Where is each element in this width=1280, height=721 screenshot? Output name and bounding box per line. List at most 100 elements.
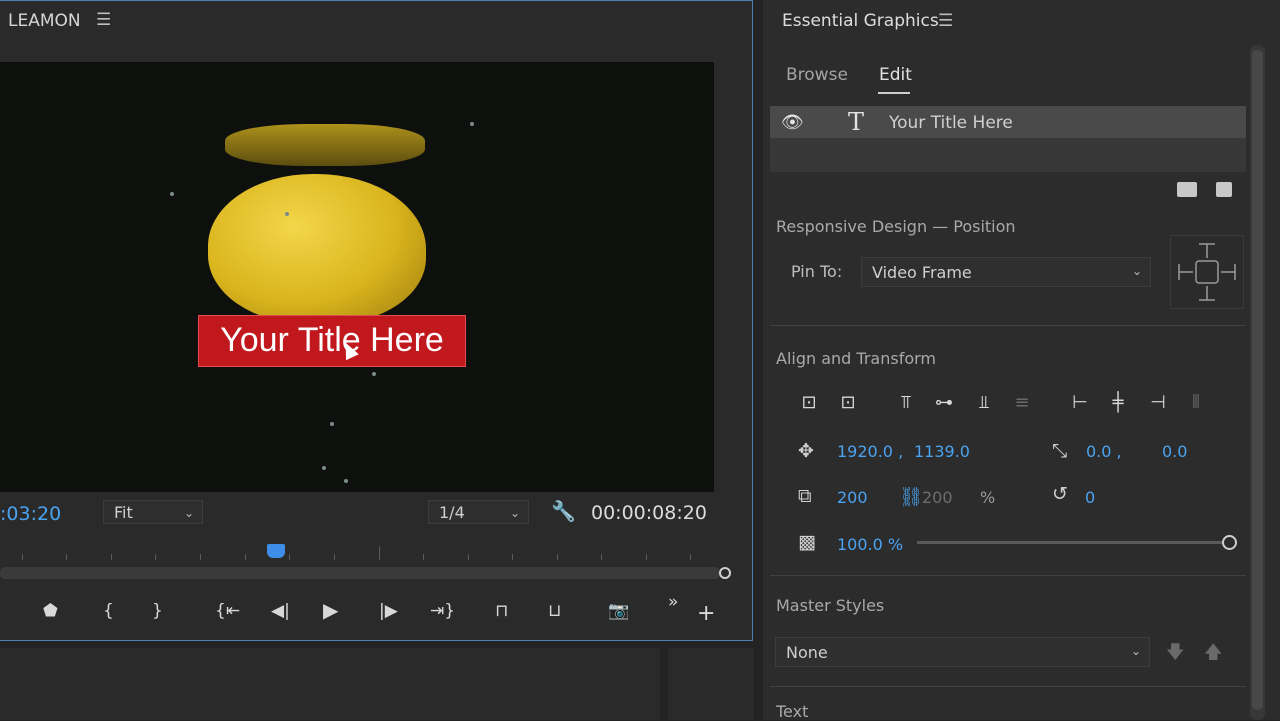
pin-to-label: Pin To: bbox=[791, 262, 843, 281]
essential-graphics-title[interactable]: Essential Graphics bbox=[782, 11, 939, 31]
duration-timecode: 00:00:08:20 bbox=[591, 502, 707, 524]
bubble bbox=[322, 466, 326, 470]
scale-value[interactable]: 200 bbox=[837, 488, 868, 507]
rotation-value[interactable]: 0 bbox=[1085, 488, 1095, 507]
pin-to-value: Video Frame bbox=[872, 263, 972, 282]
position-icon: ✥ bbox=[798, 440, 814, 462]
step-back-icon: ◀| bbox=[271, 601, 290, 621]
plus-icon: + bbox=[697, 601, 716, 626]
pin-edges-icon bbox=[1178, 243, 1236, 301]
go-to-out-icon: ⇥} bbox=[430, 601, 456, 621]
wrench-settings-icon[interactable]: 🔧 bbox=[551, 499, 576, 523]
program-monitor-title[interactable]: LEAMON bbox=[8, 11, 81, 31]
opacity-value[interactable]: 100.0 % bbox=[837, 535, 903, 554]
playhead-timecode[interactable]: :03:20 bbox=[0, 503, 61, 525]
align-vertical-center-icon[interactable]: ⊶ bbox=[930, 390, 958, 416]
audio-meter-strip bbox=[668, 648, 754, 720]
chevron-down-icon: ⌄ bbox=[1130, 644, 1141, 658]
layer-name[interactable]: Your Title Here bbox=[889, 113, 1013, 133]
add-marker-button[interactable]: ⬟ bbox=[43, 601, 58, 621]
pull-style-up-icon: 🡅 bbox=[1204, 642, 1223, 663]
anchor-y-value[interactable]: 0.0 bbox=[1162, 442, 1187, 461]
go-to-in-button[interactable]: {⇤ bbox=[215, 601, 240, 621]
position-x-value[interactable]: 1920.0 , bbox=[837, 442, 903, 461]
extract-icon: ⊔ bbox=[548, 601, 562, 621]
zoom-select-value: Fit bbox=[114, 503, 133, 522]
chevron-down-icon: ⌄ bbox=[509, 506, 520, 520]
align-to-selection-icon[interactable]: ⊡ bbox=[834, 390, 862, 416]
lift-icon: ⊓ bbox=[495, 601, 509, 621]
text-layer-icon: T bbox=[848, 108, 865, 136]
step-forward-button[interactable]: |▶ bbox=[379, 601, 398, 621]
resolution-select[interactable]: 1/4 ⌄ bbox=[428, 500, 529, 524]
align-right-icon[interactable]: ⊣ bbox=[1144, 390, 1172, 416]
scale-unit: % bbox=[980, 488, 996, 507]
bubble bbox=[330, 422, 334, 426]
hamburger-menu-icon[interactable]: ☰ bbox=[96, 10, 111, 30]
lemon-reflection bbox=[225, 124, 425, 166]
scale-icon: ⧉ bbox=[798, 485, 812, 507]
divider bbox=[770, 325, 1246, 326]
resolution-select-value: 1/4 bbox=[439, 503, 465, 522]
mark-in-button[interactable]: { bbox=[103, 601, 114, 621]
more-controls-button[interactable]: » bbox=[668, 592, 678, 612]
link-icon[interactable]: ⛓ bbox=[899, 485, 923, 508]
play-button[interactable]: ▶ bbox=[323, 598, 338, 622]
new-layer-icon[interactable] bbox=[1216, 182, 1232, 197]
bubble bbox=[344, 479, 348, 483]
bubble bbox=[285, 212, 289, 216]
step-back-button[interactable]: ◀| bbox=[271, 601, 290, 621]
active-tab-indicator bbox=[878, 92, 910, 94]
mark-out-button[interactable]: } bbox=[152, 601, 163, 621]
button-editor-button[interactable]: + bbox=[697, 601, 715, 626]
pin-position-widget[interactable] bbox=[1170, 235, 1244, 309]
out-point-icon: } bbox=[152, 601, 163, 621]
align-left-icon[interactable]: ⊢ bbox=[1066, 390, 1094, 416]
bubble bbox=[470, 122, 474, 126]
align-bottom-icon[interactable]: ⫫ bbox=[970, 390, 998, 416]
bubble bbox=[372, 372, 376, 376]
folder-icon[interactable] bbox=[1177, 182, 1197, 197]
scale-linked-value: 200 bbox=[922, 488, 953, 507]
master-style-select[interactable]: None ⌄ bbox=[775, 637, 1150, 667]
eye-visibility-icon[interactable]: 👁 bbox=[781, 112, 804, 133]
align-transform-header: Align and Transform bbox=[776, 349, 936, 368]
chevron-down-icon: ⌄ bbox=[183, 506, 194, 520]
distribute-vertical-icon: ≡ bbox=[1014, 392, 1030, 413]
time-ruler[interactable] bbox=[0, 540, 740, 564]
align-top-icon[interactable]: ⫪ bbox=[892, 390, 920, 416]
pin-to-select[interactable]: Video Frame ⌄ bbox=[861, 257, 1151, 287]
opacity-icon: ▩ bbox=[798, 531, 816, 553]
position-y-value[interactable]: 1139.0 bbox=[914, 442, 970, 461]
hamburger-menu-icon[interactable]: ☰ bbox=[938, 11, 953, 31]
lift-button[interactable]: ⊓ bbox=[495, 601, 508, 621]
opacity-slider[interactable] bbox=[917, 541, 1229, 544]
tab-edit[interactable]: Edit bbox=[879, 65, 912, 85]
double-chevron-right-icon: » bbox=[668, 592, 679, 612]
responsive-design-header: Responsive Design — Position bbox=[776, 217, 1016, 236]
zoom-select[interactable]: Fit ⌄ bbox=[103, 500, 203, 524]
chevron-down-icon: ⌄ bbox=[1131, 264, 1142, 278]
video-preview[interactable]: Your Title Here bbox=[0, 62, 714, 492]
master-styles-header: Master Styles bbox=[776, 596, 885, 615]
play-icon: ▶ bbox=[323, 598, 339, 622]
title-text-overlay[interactable]: Your Title Here bbox=[198, 315, 466, 367]
layer-list bbox=[770, 138, 1246, 172]
scrollbar-thumb[interactable] bbox=[1252, 50, 1263, 710]
rotation-icon: ↺ bbox=[1052, 483, 1068, 505]
align-to-video-frame-icon[interactable]: ⊡ bbox=[795, 390, 823, 416]
align-horizontal-center-icon[interactable]: ╪ bbox=[1104, 390, 1132, 416]
tab-browse[interactable]: Browse bbox=[786, 65, 848, 85]
anchor-x-value[interactable]: 0.0 , bbox=[1086, 442, 1122, 461]
extract-button[interactable]: ⊔ bbox=[548, 601, 561, 621]
scrub-end-handle[interactable] bbox=[719, 567, 731, 579]
in-point-icon: { bbox=[103, 601, 114, 621]
export-frame-button[interactable]: 📷 bbox=[608, 601, 629, 621]
scrub-bar[interactable] bbox=[0, 567, 720, 579]
go-to-out-button[interactable]: ⇥} bbox=[430, 601, 455, 621]
playhead-handle[interactable] bbox=[267, 544, 285, 558]
opacity-slider-handle[interactable] bbox=[1222, 535, 1237, 550]
timeline-strip bbox=[0, 648, 660, 720]
text-section-header: Text bbox=[776, 702, 809, 721]
go-to-in-icon: {⇤ bbox=[215, 601, 241, 621]
